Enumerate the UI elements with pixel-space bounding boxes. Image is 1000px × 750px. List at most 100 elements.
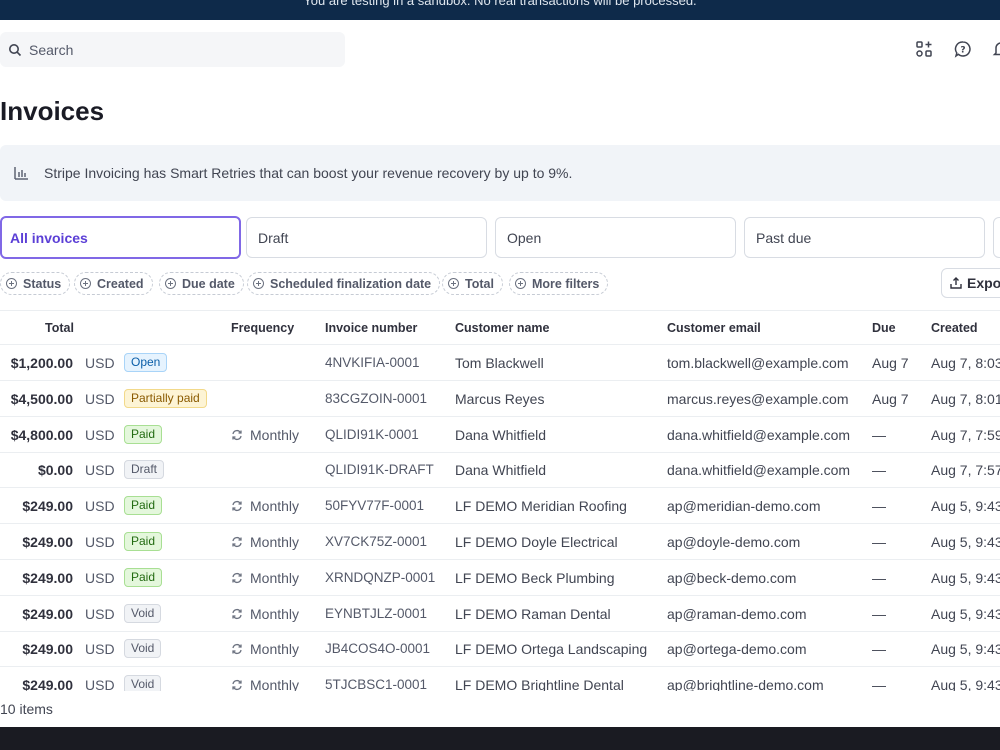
customer-email-cell: tom.blackwell@example.com	[667, 355, 849, 371]
invoice-number-cell: XV7CK75Z-0001	[325, 534, 428, 549]
tab-label: Past due	[756, 229, 812, 246]
bar-chart-icon	[14, 167, 28, 180]
amount-cell: $249.00	[22, 569, 73, 586]
sandbox-banner: You are testing in a sandbox. No real tr…	[0, 0, 1000, 20]
amount-cell: $1,200.00	[10, 355, 73, 371]
recurring-icon	[232, 501, 242, 512]
due-cell: —	[872, 498, 886, 515]
amount-cell: $249.00	[22, 605, 73, 622]
invoice-number-cell: EYNBTJLZ-0001	[325, 605, 428, 621]
table-row[interactable]: $4,500.00 USD Partially paid 83CGZOIN-0001 M…	[0, 381, 1000, 417]
filter-status[interactable]: Status	[0, 272, 71, 295]
export-icon	[950, 277, 962, 289]
frequency-cell: Monthly	[231, 427, 299, 443]
due-cell: —	[872, 605, 886, 622]
customer-name-cell: LF DEMO Raman Dental	[455, 605, 611, 622]
recurring-icon	[232, 644, 242, 655]
frequency-cell: Monthly	[231, 534, 299, 550]
amount-cell: $4,800.00	[10, 426, 73, 443]
created-cell: Aug 5, 9:43	[931, 569, 1000, 586]
header-frequency[interactable]: Frequency	[231, 321, 294, 335]
header-invoice-number[interactable]: Invoice number	[325, 321, 417, 335]
created-cell: Aug 5, 9:43	[931, 605, 1000, 622]
tab-label: All invoices	[10, 229, 88, 246]
amount-cell: $0.00	[37, 462, 73, 479]
smart-retries-notice: Stripe Invoicing has Smart Retries that …	[0, 145, 1000, 201]
filter-label: Status	[23, 276, 62, 291]
plus-circle-icon	[165, 278, 176, 289]
sandbox-banner-text: You are testing in a sandbox. No real tr…	[303, 0, 697, 8]
tab-draft[interactable]: Draft	[246, 217, 487, 258]
filter-label: Due date	[182, 276, 235, 291]
customer-email-cell: ap@beck-demo.com	[667, 569, 797, 586]
status-badge: Paid	[124, 496, 163, 516]
table-row[interactable]: $249.00 USD Paid Monthly XRNDQNZP-0001 LF DEM…	[0, 560, 1000, 596]
customer-name-cell: LF DEMO Doyle Electrical	[455, 534, 618, 550]
tab-open[interactable]: Open	[495, 217, 736, 258]
filter-created[interactable]: Created	[74, 272, 153, 295]
help-icon[interactable]: ?	[954, 40, 972, 58]
table-row[interactable]: $249.00 USD Paid Monthly XV7CK75Z-0001 LF DEM…	[0, 524, 1000, 560]
due-cell: —	[872, 641, 886, 658]
header-customer-email[interactable]: Customer email	[667, 321, 761, 335]
customer-name-cell: Marcus Reyes	[455, 390, 545, 407]
invoice-number-cell: XRNDQNZP-0001	[325, 569, 436, 585]
filter-label: More filters	[532, 276, 600, 291]
status-badge: Draft	[124, 460, 165, 480]
due-cell: —	[872, 677, 886, 691]
table-row[interactable]: $249.00 USD Void Monthly 5TJCBSC1-0001 LF DEM…	[0, 667, 1000, 691]
page-title: Invoices	[0, 96, 105, 126]
frequency-label: Monthly	[250, 605, 300, 622]
table-row[interactable]: $4,800.00 USD Paid Monthly QLIDI91K-0001 Dana…	[0, 417, 1000, 453]
table-row[interactable]: $249.00 USD Void Monthly EYNBTJLZ-0001 LF DEM…	[0, 596, 1000, 632]
tab-past-due[interactable]: Past due	[744, 217, 985, 258]
due-cell: —	[872, 426, 886, 443]
customer-email-cell: ap@ortega-demo.com	[667, 641, 807, 658]
header-created[interactable]: Created	[931, 321, 978, 335]
currency-cell: USD	[85, 677, 115, 691]
filter-scheduled-finalization-date[interactable]: Scheduled finalization date	[247, 272, 441, 295]
table-row[interactable]: $1,200.00 USD Open 4NVKIFIA-0001 Tom Blackwe…	[0, 345, 1000, 381]
search-input[interactable]: Search	[0, 32, 345, 67]
header-due[interactable]: Due	[872, 321, 896, 335]
customer-email-cell: ap@raman-demo.com	[667, 605, 807, 622]
header-customer-name[interactable]: Customer name	[455, 321, 549, 335]
created-cell: Aug 5, 9:43	[931, 677, 1000, 691]
customer-name-cell: Tom Blackwell	[455, 355, 544, 371]
invoice-number-cell: 50FYV77F-0001	[325, 498, 425, 514]
filter-due-date[interactable]: Due date	[159, 272, 244, 295]
plus-circle-icon	[448, 278, 459, 289]
table-row[interactable]: $249.00 USD Paid Monthly 50FYV77F-0001 LF DEM…	[0, 488, 1000, 525]
filter-total[interactable]: Total	[442, 272, 503, 295]
currency-cell: USD	[85, 641, 115, 658]
filter-label: Scheduled finalization date	[270, 276, 432, 291]
table-row[interactable]: $249.00 USD Void Monthly JB4COS4O-0001 LF DEM…	[0, 631, 1000, 668]
created-cell: Aug 7, 8:03	[931, 355, 1000, 371]
invoices-table: Total Frequency Invoice number Customer …	[0, 310, 1000, 691]
header-total[interactable]: Total	[45, 321, 74, 335]
amount-cell: $4,500.00	[10, 390, 73, 407]
currency-cell: USD	[85, 462, 115, 479]
export-button[interactable]: Expo	[941, 268, 1000, 298]
frequency-label: Monthly	[250, 677, 300, 691]
due-cell: —	[872, 462, 886, 479]
search-icon	[9, 43, 22, 56]
customer-name-cell: LF DEMO Ortega Landscaping	[455, 641, 648, 658]
customer-name-cell: LF DEMO Meridian Roofing	[455, 498, 627, 515]
due-cell: Aug 7	[872, 390, 909, 407]
bell-icon[interactable]	[992, 40, 1000, 58]
recurring-icon	[232, 608, 242, 619]
tab-all-invoices[interactable]: All invoices	[0, 216, 241, 259]
customer-email-cell: marcus.reyes@example.com	[667, 390, 849, 407]
bottom-bar	[0, 727, 1000, 750]
created-cell: Aug 7, 7:57	[931, 462, 1000, 479]
table-header: Total Frequency Invoice number Customer …	[0, 311, 1000, 345]
due-cell: —	[872, 534, 886, 550]
currency-cell: USD	[85, 498, 115, 515]
table-row[interactable]: $0.00 USD Draft QLIDI91K-DRAFT Dana Whitfiel…	[0, 452, 1000, 489]
created-cell: Aug 5, 9:43	[931, 498, 1000, 515]
apps-icon[interactable]	[915, 40, 933, 58]
filter-more[interactable]: More filters	[509, 272, 609, 295]
tab-more[interactable]	[993, 217, 1000, 258]
status-badge: Paid	[124, 532, 163, 551]
